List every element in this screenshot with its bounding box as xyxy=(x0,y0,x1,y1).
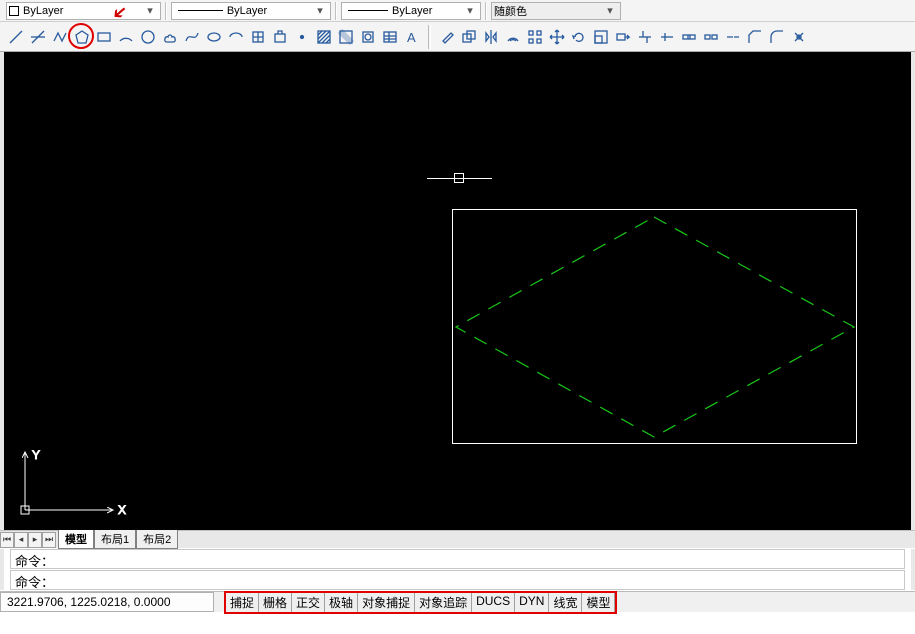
revcloud-icon[interactable] xyxy=(160,27,180,47)
svg-text:A: A xyxy=(407,30,416,45)
point-icon[interactable] xyxy=(292,27,312,47)
rotate-icon[interactable] xyxy=(569,27,589,47)
layout-tab-bar: ⏮ ◂ ▸ ⏭ 模型布局1布局2 xyxy=(0,530,915,548)
extend-icon[interactable] xyxy=(657,27,677,47)
spline-icon[interactable] xyxy=(182,27,202,47)
draw-modify-toolbar: A xyxy=(0,22,915,52)
mirror-icon[interactable] xyxy=(481,27,501,47)
lineweight-name: ByLayer xyxy=(392,5,432,17)
line-icon[interactable] xyxy=(6,27,26,47)
command-area: 命令： 命令： xyxy=(0,549,915,590)
erase-icon[interactable] xyxy=(437,27,457,47)
trim-icon[interactable] xyxy=(635,27,655,47)
offset-icon[interactable] xyxy=(503,27,523,47)
divider xyxy=(335,2,337,20)
command-history: 命令： xyxy=(10,549,905,569)
tab-nav-prev[interactable]: ◂ xyxy=(14,532,28,548)
status-toggle[interactable]: 栅格 xyxy=(259,593,292,612)
status-toggle-group: 捕捉栅格正交极轴对象捕捉对象追踪DUCSDYN线宽模型 xyxy=(224,591,617,614)
layer-name: ByLayer xyxy=(23,5,63,17)
move-icon[interactable] xyxy=(547,27,567,47)
plotstyle-combo[interactable]: 随颜色 ▾ xyxy=(491,2,621,20)
status-toggle[interactable]: DUCS xyxy=(472,593,515,612)
draw-tool-group: A xyxy=(6,27,422,47)
break1-icon[interactable] xyxy=(679,27,699,47)
layout-tab[interactable]: 布局2 xyxy=(136,530,178,549)
status-toggle[interactable]: 捕捉 xyxy=(226,593,259,612)
linetype-combo[interactable]: ByLayer ▾ xyxy=(171,2,331,20)
status-bar: 3221.9706, 1225.0218, 0.0000 捕捉栅格正交极轴对象捕… xyxy=(0,591,915,612)
layout-tab[interactable]: 模型 xyxy=(58,530,94,549)
explode-icon[interactable] xyxy=(789,27,809,47)
chevron-down-icon: ▾ xyxy=(312,4,328,17)
drawing-canvas[interactable]: Y X xyxy=(0,52,915,530)
lineweight-combo[interactable]: ByLayer ▾ xyxy=(341,2,481,20)
mtext-icon[interactable]: A xyxy=(402,27,422,47)
modify-tool-group xyxy=(437,27,809,47)
property-bar: ByLayer ▾ ByLayer ▾ ByLayer ▾ 随颜色 ▾ ➔ xyxy=(0,0,915,22)
toolbar-separator xyxy=(428,25,431,49)
drawn-shapes xyxy=(4,52,911,530)
plotstyle-name: 随颜色 xyxy=(494,3,527,19)
hatch-icon[interactable] xyxy=(314,27,334,47)
linetype-name: ByLayer xyxy=(227,5,267,17)
tab-nav-last[interactable]: ⏭ xyxy=(42,532,56,548)
rectangle-icon[interactable] xyxy=(94,27,114,47)
lineweight-preview xyxy=(348,10,388,11)
layer-color-swatch xyxy=(9,6,19,16)
break2-icon[interactable] xyxy=(701,27,721,47)
gradient-icon[interactable] xyxy=(336,27,356,47)
circle-icon[interactable] xyxy=(138,27,158,47)
region-icon[interactable] xyxy=(358,27,378,47)
stretch-icon[interactable] xyxy=(613,27,633,47)
chevron-down-icon: ▾ xyxy=(462,4,478,17)
layout-tab[interactable]: 布局1 xyxy=(94,530,136,549)
status-toggle[interactable]: 对象捕捉 xyxy=(358,593,415,612)
chevron-down-icon: ▾ xyxy=(142,4,158,17)
status-toggle[interactable]: 线宽 xyxy=(549,593,582,612)
tab-nav-next[interactable]: ▸ xyxy=(28,532,42,548)
polygon-icon[interactable] xyxy=(72,27,92,47)
divider xyxy=(165,2,167,20)
tab-nav-first[interactable]: ⏮ xyxy=(0,532,14,548)
linetype-preview xyxy=(178,10,223,11)
join-icon[interactable] xyxy=(723,27,743,47)
chamfer-icon[interactable] xyxy=(745,27,765,47)
fillet-icon[interactable] xyxy=(767,27,787,47)
xline-icon[interactable] xyxy=(28,27,48,47)
block-icon[interactable] xyxy=(270,27,290,47)
coordinate-readout: 3221.9706, 1225.0218, 0.0000 xyxy=(0,592,214,612)
table-icon[interactable] xyxy=(380,27,400,47)
status-toggle[interactable]: 极轴 xyxy=(325,593,358,612)
ellipsearc-icon[interactable] xyxy=(226,27,246,47)
ellipse-icon[interactable] xyxy=(204,27,224,47)
status-toggle[interactable]: 对象追踪 xyxy=(415,593,472,612)
command-input[interactable]: 命令： xyxy=(10,570,905,590)
scale-icon[interactable] xyxy=(591,27,611,47)
layer-combo[interactable]: ByLayer ▾ xyxy=(6,2,161,20)
array-icon[interactable] xyxy=(525,27,545,47)
copy-icon[interactable] xyxy=(459,27,479,47)
chevron-down-icon: ▾ xyxy=(602,4,618,17)
pline-icon[interactable] xyxy=(50,27,70,47)
arc-icon[interactable] xyxy=(116,27,136,47)
status-toggle[interactable]: 正交 xyxy=(292,593,325,612)
divider xyxy=(485,2,487,20)
status-toggle[interactable]: DYN xyxy=(515,593,549,612)
status-toggle[interactable]: 模型 xyxy=(582,593,615,612)
insert-icon[interactable] xyxy=(248,27,268,47)
